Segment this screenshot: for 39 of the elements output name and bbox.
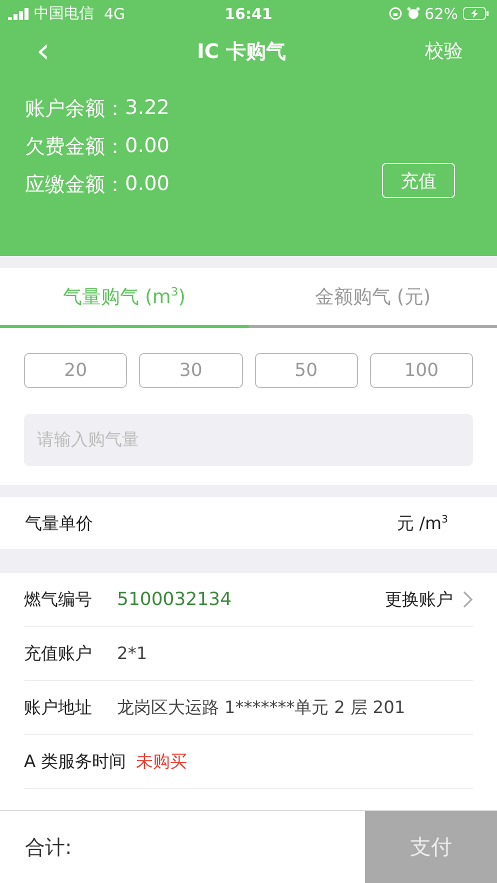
amount-option[interactable]: 20 bbox=[24, 353, 128, 388]
amount-option[interactable]: 100 bbox=[370, 353, 473, 388]
detail-label: 燃气编号 bbox=[24, 589, 93, 611]
signal-icon bbox=[8, 8, 30, 20]
unit-price-unit: 元 /m$^{3}$ bbox=[396, 512, 448, 534]
battery-percent: 62% bbox=[424, 4, 458, 22]
detail-value: 5100032134 bbox=[117, 589, 233, 610]
detail-label: 充值账户 bbox=[24, 643, 93, 665]
detail-label: 账户地址 bbox=[24, 697, 93, 719]
status-time: 16:41 bbox=[224, 4, 272, 22]
tab[interactable]: 气量购气 (m$^{3}$) bbox=[0, 268, 248, 328]
balance-label: 应缴金额： bbox=[25, 171, 125, 198]
balance-value: 0.00 bbox=[125, 133, 170, 159]
tab[interactable]: 金额购气 (元) bbox=[248, 268, 497, 328]
switch-account-link[interactable]: 更换账户 bbox=[385, 588, 473, 611]
page-title: IC 卡购气 bbox=[196, 38, 288, 64]
rotation-lock-icon bbox=[388, 7, 402, 20]
detail-value: 2*1 bbox=[117, 644, 148, 664]
pay-button[interactable]: 支付 bbox=[365, 811, 497, 883]
balance-value: 0.00 bbox=[125, 171, 170, 197]
network-type: 4G bbox=[104, 4, 126, 22]
back-button[interactable]: ‹ bbox=[28, 34, 58, 68]
balance-label: 账户余额： bbox=[25, 95, 125, 122]
amount-option[interactable]: 30 bbox=[139, 353, 242, 388]
detail-value: 龙岗区大运路 1*******单元 2 层 201 bbox=[117, 697, 406, 719]
carrier-name: 中国电信 bbox=[34, 4, 94, 23]
detail-label: A 类服务时间 bbox=[24, 751, 128, 773]
chevron-right-icon bbox=[463, 591, 473, 608]
balance-value: 3.22 bbox=[125, 95, 170, 121]
detail-value: 未购买 bbox=[136, 751, 188, 773]
battery-charging-icon bbox=[463, 7, 489, 20]
amount-option[interactable]: 50 bbox=[254, 353, 358, 388]
amount-input[interactable]: 请输入购气量 bbox=[24, 414, 473, 466]
alarm-icon bbox=[406, 7, 420, 20]
unit-price-label: 气量单价 bbox=[25, 512, 93, 534]
verify-button[interactable]: 校验 bbox=[425, 38, 463, 64]
recharge-button[interactable]: 充值 bbox=[382, 163, 455, 198]
total-label: 合计: bbox=[24, 834, 73, 860]
balance-label: 欠费金额： bbox=[25, 133, 125, 160]
